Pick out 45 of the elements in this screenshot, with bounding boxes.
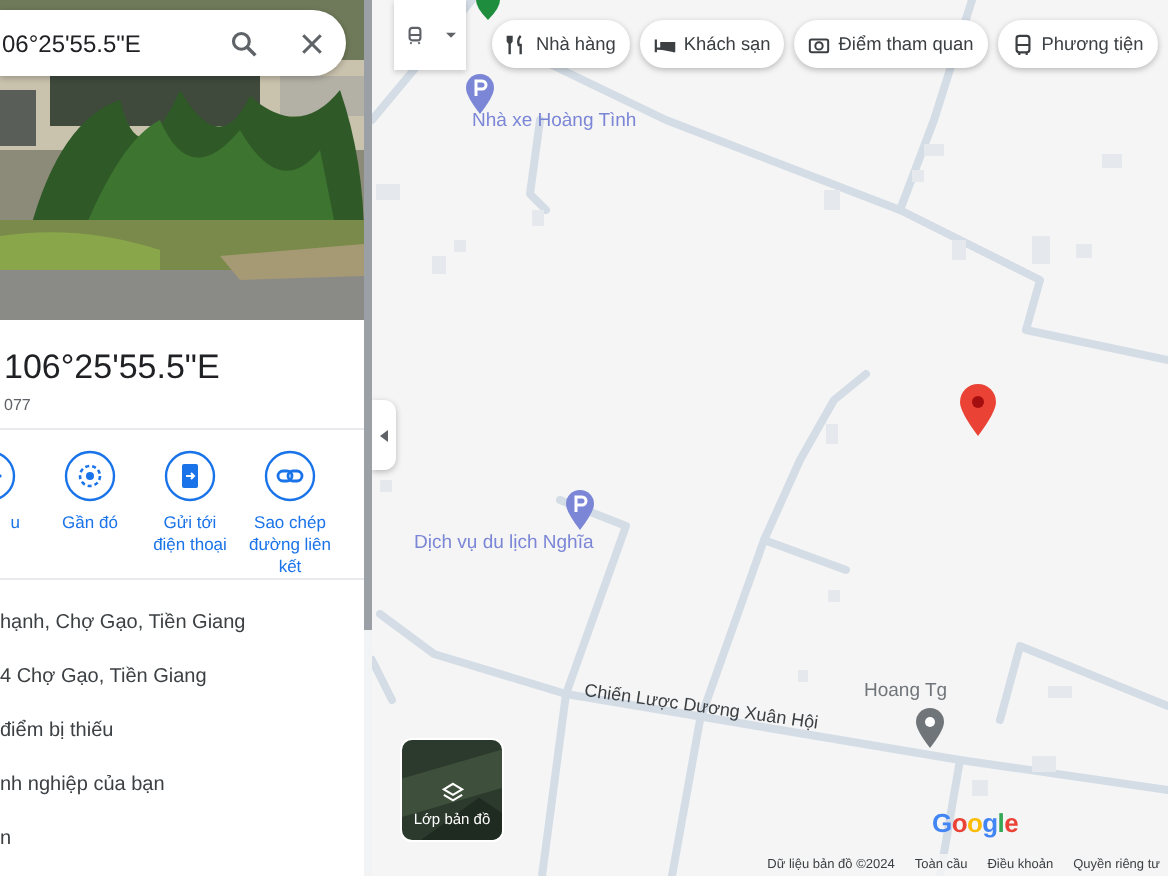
road-label: Chiến Lược Dương Xuân Hội [583, 680, 820, 733]
parking-pin-icon[interactable] [466, 74, 494, 114]
detail-row[interactable]: 4 Chợ Gạo, Tiền Giang [0, 650, 364, 704]
category-chip[interactable]: Khách sạn [639, 20, 785, 68]
nearby-icon [64, 450, 116, 502]
category-chip[interactable]: Điểm tham quan [794, 20, 988, 68]
building [824, 190, 840, 210]
location-pin-icon [960, 384, 996, 436]
dropdown-caret-icon[interactable] [445, 31, 455, 39]
action-button[interactable]: u [0, 450, 20, 578]
scrollbar-thumb[interactable] [364, 0, 372, 630]
detail-row[interactable]: nh nghiệp của bạn [0, 758, 364, 812]
map-pin-icon[interactable] [916, 708, 944, 748]
detail-row[interactable]: hạnh, Chợ Gạo, Tiền Giang [0, 596, 364, 650]
search-field[interactable]: 06°25'55.5"E [0, 10, 346, 76]
building [1032, 756, 1056, 772]
detail-row[interactable]: điểm bị thiếu [0, 704, 364, 758]
building [952, 240, 966, 260]
camera-icon [808, 33, 831, 55]
search-icon[interactable] [230, 29, 258, 57]
place-label[interactable]: Hoang Tg [864, 680, 948, 702]
building [532, 210, 544, 226]
logo: Google [932, 808, 1019, 838]
send-to-phone-icon [164, 450, 216, 502]
building [912, 170, 924, 182]
close-icon[interactable] [298, 29, 326, 57]
plus-code: 077 [4, 396, 33, 414]
caret-icon [380, 429, 388, 441]
map-pin-icon [474, 0, 502, 20]
fork-knife-icon [506, 33, 528, 55]
collapse-panel-button[interactable] [372, 400, 396, 470]
category-chip[interactable]: Phương tiện [997, 20, 1158, 68]
bus-icon [1011, 33, 1034, 55]
category-chip[interactable]: Nhà hàng [492, 20, 630, 68]
building [826, 424, 838, 444]
map-control[interactable] [394, 0, 466, 70]
link-icon [264, 450, 316, 502]
place-title: 106°25'55.5"E [4, 348, 222, 388]
parking-pin-icon[interactable] [566, 490, 594, 530]
action-button[interactable]: Gửi tới điện thoại [146, 450, 234, 578]
detail-row[interactable]: n [0, 812, 364, 866]
action-button[interactable]: Gần đó [46, 450, 134, 578]
layers-icon [441, 782, 463, 804]
transit-icon[interactable] [405, 24, 423, 46]
action-button[interactable]: Sao chép đường liên kết [246, 450, 334, 578]
